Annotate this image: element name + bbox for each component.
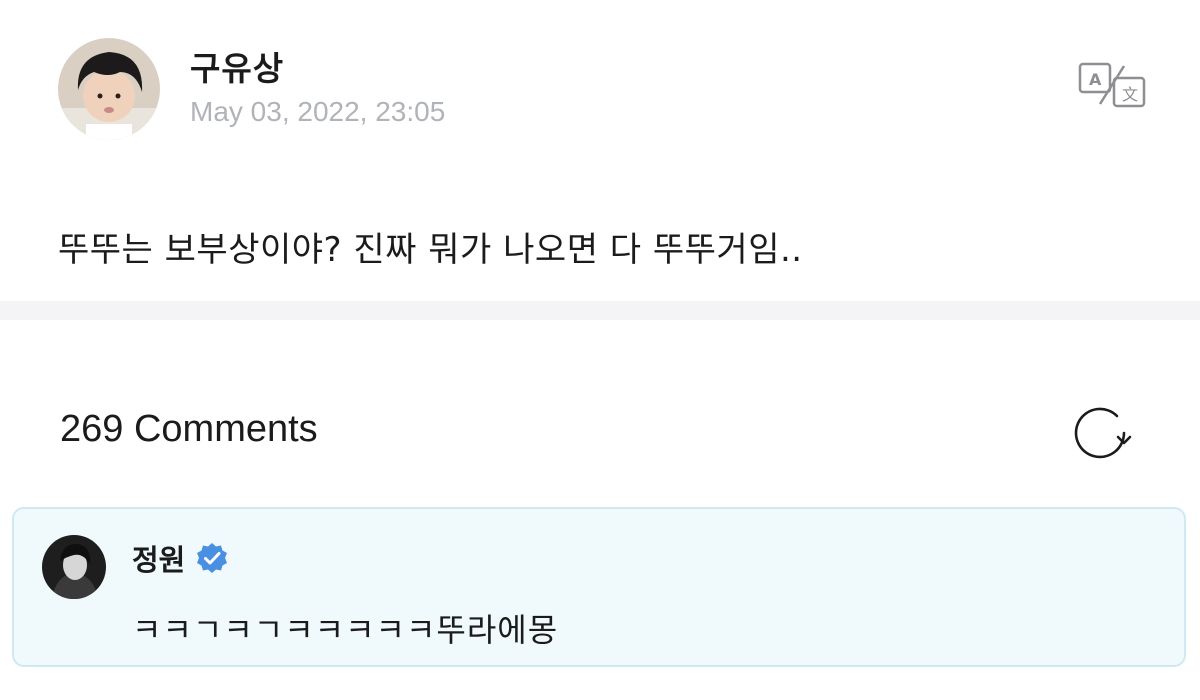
commenter-avatar[interactable] xyxy=(42,535,106,599)
verified-badge-icon xyxy=(197,543,228,573)
refresh-icon[interactable] xyxy=(1072,403,1132,463)
svg-text:A: A xyxy=(1089,70,1102,89)
comment-text: ㅋㅋㄱㅋㄱㅋㅋㅋㅋㅋ뚜라에몽 xyxy=(132,611,559,649)
comment-item[interactable]: 정원 ㅋㅋㄱㅋㄱㅋㅋㅋㅋㅋ뚜라에몽 xyxy=(12,507,1186,667)
commenter-name[interactable]: 정원 xyxy=(132,537,185,579)
translate-icon[interactable]: A 文 xyxy=(1078,60,1148,110)
svg-text:文: 文 xyxy=(1122,85,1138,104)
section-divider xyxy=(0,301,1200,320)
commenter-name-row: 정원 xyxy=(132,537,229,579)
post-timestamp: May 03, 2022, 23:05 xyxy=(190,96,446,127)
comments-count-title: 269 Comments xyxy=(60,408,318,450)
author-avatar[interactable] xyxy=(58,38,160,140)
post-body: 뚜뚜는 보부상이야? 진짜 뭐가 나오면 다 뚜뚜거임.. xyxy=(58,230,803,270)
post-author-name[interactable]: 구유상 xyxy=(190,42,284,90)
post-header: 구유상 May 03, 2022, 23:05 A 文 xyxy=(58,38,1148,148)
